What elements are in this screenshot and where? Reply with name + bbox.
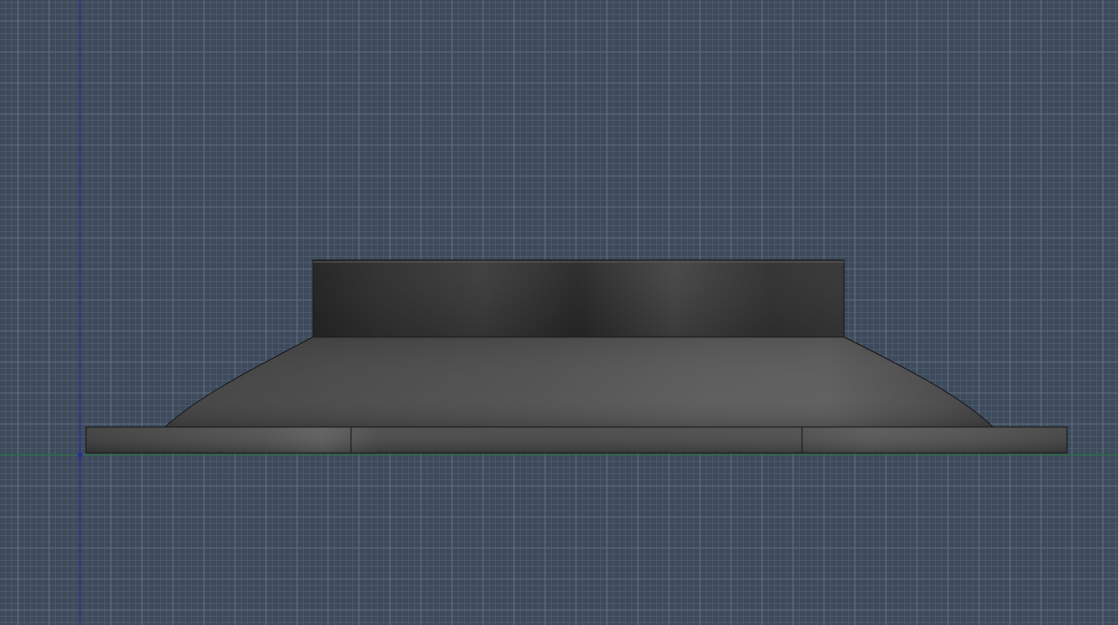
3d-viewport[interactable] [0, 0, 1118, 625]
top-collar-shade [313, 260, 844, 338]
tapered-skirt[interactable] [163, 336, 995, 428]
model-render[interactable] [0, 0, 1118, 625]
base-plate[interactable] [85, 426, 1068, 454]
top-collar[interactable] [312, 259, 845, 339]
base-plate-shade [86, 427, 1067, 453]
tapered-skirt-shade [165, 337, 993, 427]
